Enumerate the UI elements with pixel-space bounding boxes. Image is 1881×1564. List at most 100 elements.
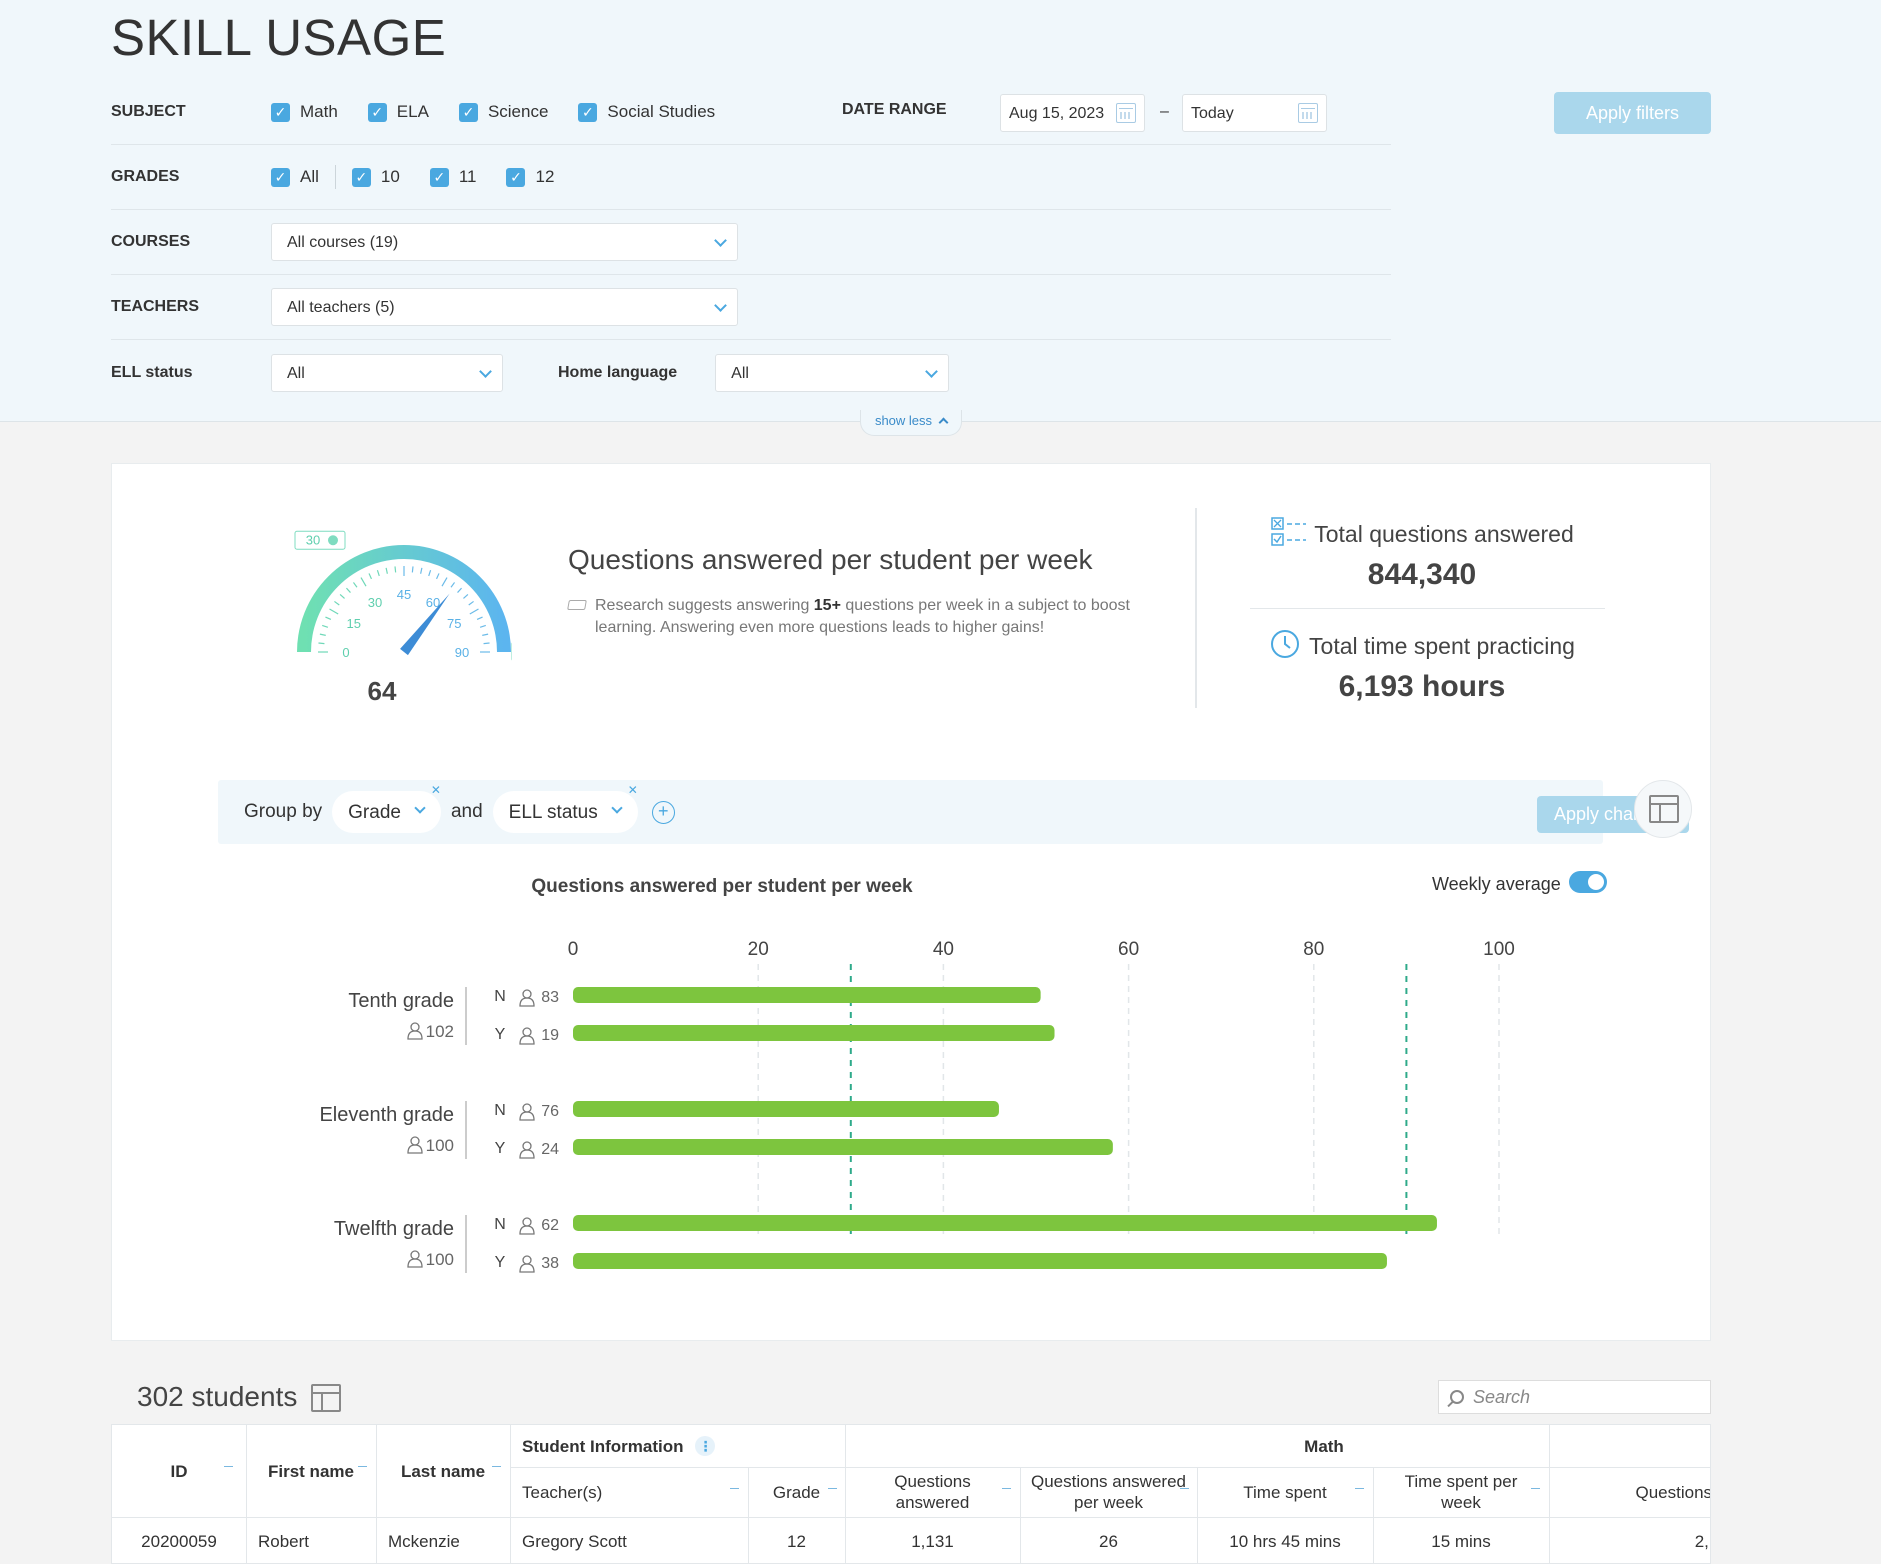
grouped-bar-chart: 0 20 40 60 80 100 Tenth grade 102 N 83 Y 19 Eleventh… <box>319 939 1515 1273</box>
search-input[interactable]: Search <box>1438 1380 1711 1414</box>
cell-time-spent: 10 hrs 45 mins <box>1229 1531 1341 1551</box>
gauge-tick <box>334 600 340 606</box>
grade-12-checkbox[interactable]: ✓ 12 <box>506 167 554 187</box>
courses-select[interactable]: All courses (19) <box>271 223 738 261</box>
header-math: Math <box>845 1425 1710 1467</box>
row-label: N <box>494 1102 506 1119</box>
header-questions-per-week[interactable]: Questions answered per week <box>1020 1467 1197 1517</box>
gauge-tick <box>376 570 380 577</box>
subject-ela-checkbox[interactable]: ✓ ELA <box>367 102 429 122</box>
sort-icon[interactable] <box>1531 1487 1543 1497</box>
checkmark-icon: ✓ <box>367 102 387 122</box>
calendar-icon[interactable] <box>1298 103 1318 123</box>
students-table: ID First name Last name Student Informat… <box>111 1424 1711 1564</box>
grades-label: GRADES <box>111 168 180 185</box>
header-student-information: Student Information ⋮ <box>510 1425 845 1467</box>
apply-filters-button[interactable]: Apply filters <box>1554 92 1711 134</box>
home-language-value: All <box>731 364 749 382</box>
group-by-grade-select[interactable]: Grade ✕ <box>332 783 441 833</box>
sort-icon[interactable] <box>828 1487 840 1497</box>
grade-10-checkbox[interactable]: ✓ 10 <box>351 167 400 187</box>
total-questions-value: 844,340 <box>1367 558 1477 591</box>
cell-questions-per-week: 26 <box>1099 1531 1118 1551</box>
graduation-cap-icon <box>567 600 587 610</box>
cell-questions-answered-2: 2,174 <box>1694 1531 1710 1551</box>
header-last-name[interactable]: Last name <box>376 1425 510 1517</box>
row-count: 19 <box>541 1027 559 1044</box>
show-less-toggle[interactable]: show less <box>860 410 962 436</box>
subject-science-checkbox[interactable]: ✓ Science <box>458 102 548 122</box>
page-title: SKILL USAGE <box>111 9 447 66</box>
cell-grade: 12 <box>787 1531 806 1551</box>
x-tick-label: 60 <box>1118 939 1139 960</box>
weekly-average-toggle[interactable] <box>1569 871 1607 893</box>
date-to-value: Today <box>1191 105 1234 122</box>
gauge-value: 64 <box>367 676 397 706</box>
person-icon <box>407 1022 423 1040</box>
chevron-down-icon <box>714 234 727 247</box>
row-count: 24 <box>541 1141 559 1158</box>
checkbox-label: 12 <box>535 167 555 186</box>
stats-divider <box>1195 508 1197 708</box>
row-label: Y <box>495 1026 506 1043</box>
ell-status-value: All <box>287 364 305 382</box>
grades-row: GRADES ✓ All ✓ 10 ✓ 11 ✓ 12 <box>111 145 1391 210</box>
filters-panel: SKILL USAGE SUBJECT ✓ Math ✓ ELA ✓ Science … <box>0 0 1881 436</box>
sort-icon[interactable] <box>224 1465 236 1475</box>
header-questions-answered-2[interactable]: Questions answered <box>1549 1467 1711 1517</box>
gauge-target-badge: 30 <box>294 530 346 550</box>
ell-status-select[interactable]: All <box>271 353 503 392</box>
add-grouping-icon[interactable]: + <box>651 800 675 824</box>
export-chart-button[interactable] <box>1634 780 1692 838</box>
grade-all-checkbox[interactable]: ✓ All <box>271 167 319 187</box>
search-icon <box>1450 1390 1464 1404</box>
date-from-input[interactable]: Aug 15, 2023 <box>1000 94 1145 132</box>
sort-icon[interactable] <box>1355 1487 1367 1497</box>
research-text-start: Research suggests answering <box>595 597 814 614</box>
date-to-input[interactable]: Today <box>1182 94 1327 132</box>
teachers-row: TEACHERS All teachers (5) <box>111 275 1391 340</box>
header-questions-answered[interactable]: Questions answered <box>845 1467 1020 1517</box>
checkmark-icon: ✓ <box>271 167 290 187</box>
home-language-select[interactable]: All <box>715 353 950 392</box>
header-time-spent[interactable]: Time spent <box>1197 1467 1373 1517</box>
person-icon <box>519 1103 535 1121</box>
grade-11-checkbox[interactable]: ✓ 11 <box>429 167 476 187</box>
x-tick-label: 40 <box>933 939 954 960</box>
person-icon <box>519 989 535 1007</box>
gauge-tick <box>476 616 483 621</box>
checklist-icon <box>1271 517 1307 546</box>
group-label: Eleventh grade <box>319 1104 454 1126</box>
subject-social-studies-checkbox[interactable]: ✓ Social Studies <box>578 102 715 122</box>
check-icon <box>328 535 338 546</box>
gauge-tick <box>325 616 332 621</box>
sort-icon[interactable] <box>492 1465 504 1475</box>
group-label: Twelfth grade <box>334 1218 454 1240</box>
sort-icon[interactable] <box>1002 1487 1014 1497</box>
gauge-tick <box>352 582 358 588</box>
table-export-icon[interactable] <box>311 1384 341 1412</box>
gauge-tick <box>319 633 326 636</box>
gauge-tick <box>420 567 423 574</box>
total-time-label: Total time spent practicing <box>1247 628 1597 660</box>
more-options-icon[interactable]: ⋮ <box>695 1436 716 1456</box>
sort-icon[interactable] <box>358 1465 370 1475</box>
header-time-per-week[interactable]: Time spent per week <box>1373 1467 1549 1517</box>
row-label: N <box>494 1216 506 1233</box>
remove-icon[interactable]: ✕ <box>628 783 638 797</box>
group-by-ell-select[interactable]: ELL status ✕ <box>492 783 638 833</box>
gauge-tick-label: 0 <box>342 645 349 660</box>
subject-math-checkbox[interactable]: ✓ Math <box>271 102 338 122</box>
gauge-tick <box>483 642 490 645</box>
sort-icon[interactable] <box>1180 1487 1192 1497</box>
date-separator: – <box>1160 103 1169 120</box>
calendar-icon[interactable] <box>1116 103 1136 123</box>
remove-icon[interactable]: ✕ <box>431 783 441 797</box>
checkmark-icon: ✓ <box>578 102 598 122</box>
header-first-name[interactable]: First name <box>246 1425 376 1517</box>
row-label: Y <box>495 1140 506 1157</box>
sort-active-icon[interactable] <box>730 1487 742 1497</box>
teachers-select[interactable]: All teachers (5) <box>271 288 738 326</box>
header-teachers[interactable]: Teacher(s) <box>510 1467 748 1517</box>
bar <box>573 1025 1055 1041</box>
